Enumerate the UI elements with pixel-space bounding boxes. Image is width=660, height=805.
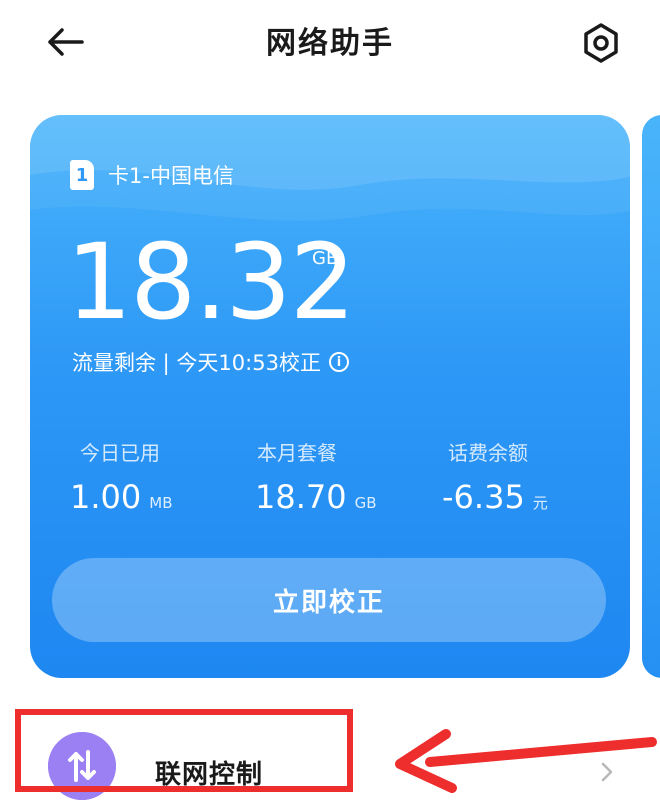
- data-remaining-unit: GB: [312, 248, 339, 269]
- stat-value: -6.35 元: [442, 478, 548, 516]
- stat-value: 1.00 MB: [70, 478, 173, 516]
- calibrate-now-button[interactable]: 立即校正: [52, 558, 606, 642]
- stat-value: 18.70 GB: [255, 478, 377, 516]
- stat-today-used: 今日已用 1.00 MB: [70, 437, 172, 516]
- stat-unit: GB: [354, 494, 377, 512]
- annotation-arrow-icon: [395, 729, 657, 793]
- stat-label: 本月套餐: [257, 441, 337, 465]
- remaining-caption: 流量剩余 | 今天10:53校正: [72, 351, 321, 375]
- app-header: 网络助手: [0, 0, 660, 90]
- stat-unit: 元: [532, 494, 548, 512]
- remaining-caption-row: 流量剩余 | 今天10:53校正 i: [72, 347, 349, 377]
- stat-label: 今日已用: [80, 441, 160, 465]
- stat-balance: 话费余额 -6.35 元: [442, 437, 548, 516]
- sim-card-icon: 1: [70, 160, 94, 190]
- data-remaining-value: 18.32: [66, 221, 356, 343]
- settings-hexagon-icon[interactable]: [578, 20, 624, 66]
- stat-unit: MB: [149, 494, 173, 512]
- page-title: 网络助手: [266, 26, 394, 61]
- sim-carrier-label: 卡1-中国电信: [108, 164, 234, 188]
- annotation-highlight-box: [15, 709, 353, 792]
- stat-monthly-plan: 本月套餐 18.70 GB: [255, 437, 377, 516]
- sim-data-card: 1 卡1-中国电信 18.32 GB 流量剩余 | 今天10:53校正 i 今日…: [30, 115, 630, 678]
- next-sim-card-peek[interactable]: [642, 115, 660, 678]
- stat-label: 话费余额: [448, 441, 528, 465]
- sim-info: 1 卡1-中国电信: [70, 160, 234, 190]
- info-icon[interactable]: i: [328, 352, 349, 372]
